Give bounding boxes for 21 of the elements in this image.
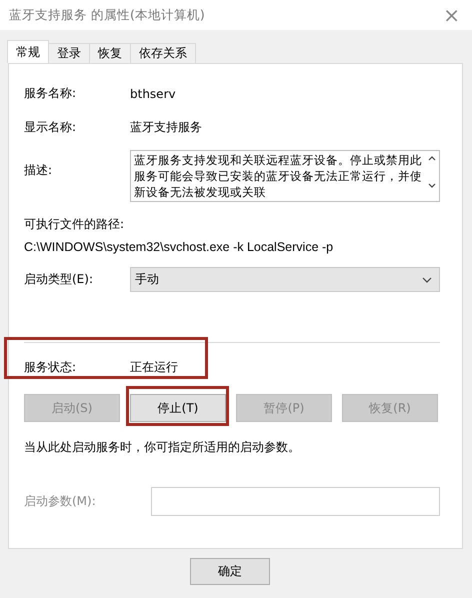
tab[interactable]: 依存关系 (130, 43, 196, 63)
status-value: 正在运行 (130, 359, 178, 376)
field-label: 启动参数(M): (24, 493, 97, 510)
path-text: C:\WINDOWS\system32\svchost.exe -k LocalService -p (24, 240, 334, 254)
tab[interactable]: 常规 (7, 40, 49, 63)
service-control-button[interactable]: 停止(T) (130, 394, 226, 422)
field-value: 蓝牙支持服务 (130, 119, 202, 136)
field-label: 显示名称: (24, 119, 78, 136)
field-label: 可执行文件的路径: (24, 216, 126, 233)
field-value: bthserv (130, 86, 176, 100)
field-label: 描述: (24, 162, 54, 179)
field-label: 服务状态: (24, 359, 78, 376)
chevron-down-icon (422, 276, 432, 282)
hint-text: 当从此处启动服务时，你可指定所适用的启动参数。 (24, 439, 301, 456)
startup-type-dropdown[interactable]: 手动 (130, 267, 440, 292)
ok-button[interactable]: 确定 (190, 558, 270, 585)
field-label: 启动类型(E): (24, 271, 94, 288)
description-box[interactable]: 蓝牙服务支持发现和关联远程蓝牙设备。停止或禁用此服务可能会导致已安装的蓝牙设备无法正常运行，并使新设备无法被发现或关联 (130, 150, 440, 202)
close-button[interactable]: × (439, 3, 464, 27)
field-label: 服务名称: (24, 85, 78, 102)
window-title: 蓝牙支持服务 的属性(本地计算机) (9, 6, 205, 24)
